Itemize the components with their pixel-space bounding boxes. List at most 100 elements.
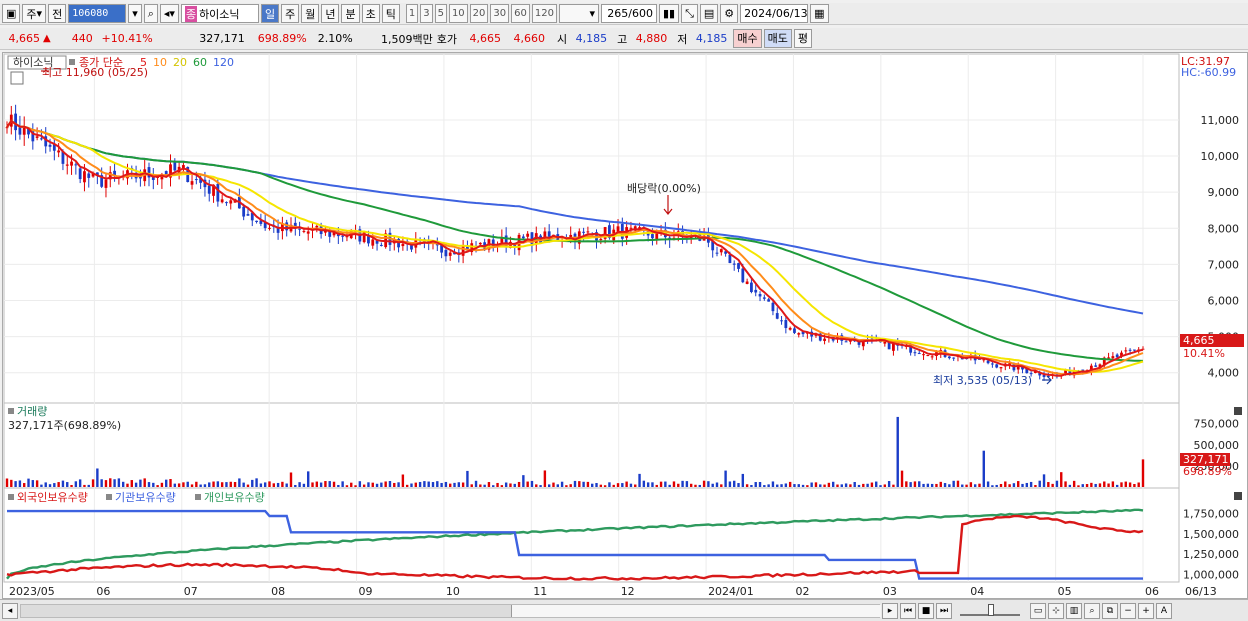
volume-bar — [522, 475, 525, 487]
holdings-tick-label: 1,500,000 — [1183, 528, 1239, 541]
bottom-scrollbar[interactable]: ◂ ▸ ⏮ ■ ⏭ ▭ ⊹ ▥ ⌕ ⧉ − + A — [0, 599, 1248, 621]
period-day-button[interactable]: 일 — [260, 4, 280, 23]
settings-gear-icon[interactable]: ⚙ — [720, 4, 739, 23]
volume-speaker-icon[interactable]: ◂▾ — [159, 4, 179, 23]
minute-3-button[interactable]: 3 — [420, 4, 433, 23]
volume-bar — [1124, 481, 1127, 487]
price-tick-label: 9,000 — [1208, 186, 1240, 199]
scroll-first-icon[interactable]: ⏮ — [900, 602, 916, 619]
market-select[interactable]: 주 ▾ — [22, 4, 47, 23]
volume-bar — [393, 482, 396, 487]
copy-icon[interactable]: ⧉ — [1102, 602, 1118, 619]
chart-type-icon[interactable]: ▭ — [1030, 602, 1046, 619]
zoom-in-icon[interactable]: ⌕ — [1084, 602, 1100, 619]
volume-bar — [780, 484, 783, 487]
period-week-button[interactable]: 주 — [281, 4, 300, 23]
candle-body — [401, 243, 405, 247]
volume-bar — [74, 481, 78, 487]
volume-bar — [1029, 481, 1033, 487]
quote-bar: 4,665 ▲ 440 +10.41% 327,171 698.89% 2.10… — [0, 28, 1248, 50]
volume-bar — [487, 482, 491, 487]
buy-button[interactable]: 매수 — [733, 29, 762, 48]
minute-120-button[interactable]: 120 — [531, 4, 557, 23]
volume-bar — [294, 484, 297, 487]
low-price: 4,185 — [695, 32, 728, 45]
volume-bar — [776, 484, 779, 487]
scroll-thumb[interactable] — [511, 604, 881, 617]
minute-5-button[interactable]: 5 — [434, 4, 447, 23]
volume-panel-close-icon[interactable] — [1234, 407, 1242, 415]
chart-menu-icon[interactable]: ▣ — [2, 4, 21, 23]
price-tick-label: 8,000 — [1208, 222, 1240, 235]
volume-bar — [195, 481, 198, 487]
count-field[interactable]: 265/600 — [600, 4, 657, 23]
stock-chart-svg[interactable]: 11,00010,0009,0008,0007,0006,0005,0004,0… — [3, 53, 1247, 598]
volume-bar — [259, 483, 263, 487]
stock-name-field: 종 하이소닉 — [180, 4, 259, 23]
volume-bar — [1081, 484, 1084, 487]
candle-body — [35, 136, 39, 138]
period-icon[interactable]: ▥ — [1066, 602, 1082, 619]
last-pct-tag: 10.41% — [1183, 347, 1225, 360]
draw-tool-icon[interactable]: ⤡ — [681, 4, 698, 23]
chart-area[interactable]: 11,00010,0009,0008,0007,0006,0005,0004,0… — [2, 52, 1248, 599]
minus-icon[interactable]: − — [1120, 602, 1136, 619]
sell-button[interactable]: 매도 — [763, 29, 792, 48]
date-input[interactable]: 2024/06/13 — [740, 4, 809, 23]
volume-bar — [556, 484, 559, 487]
volume-bar — [831, 481, 835, 487]
holdings-panel-close-icon[interactable] — [1234, 492, 1242, 500]
foreign-legend: 외국인보유수량 — [17, 491, 88, 504]
volume-bar — [642, 480, 646, 487]
scroll-left-arrow-icon[interactable]: ◂ — [2, 602, 18, 619]
text-icon[interactable]: A — [1156, 602, 1172, 619]
prev-select[interactable]: 전 — [48, 4, 67, 23]
volume-bar — [1021, 483, 1024, 487]
candle-body — [246, 214, 250, 216]
volume-bar — [788, 481, 792, 487]
candle-body — [1128, 349, 1132, 351]
scroll-last-icon[interactable]: ⏭ — [936, 602, 952, 619]
period-tick-button[interactable]: 틱 — [381, 4, 400, 23]
volume-bar — [905, 481, 908, 487]
code-dropdown-icon[interactable]: ▾ — [128, 4, 142, 23]
scroll-right-arrow-icon[interactable]: ▸ — [882, 602, 898, 619]
indicator-icon[interactable]: ▮▮ — [658, 4, 680, 23]
scroll-track[interactable] — [20, 603, 881, 618]
period-month-button[interactable]: 월 — [301, 4, 320, 23]
hc-label: HC:-60.99 — [1181, 66, 1236, 79]
plus-icon[interactable]: + — [1138, 602, 1154, 619]
eval-button[interactable]: 평 — [793, 29, 812, 48]
volume-bar — [1060, 472, 1063, 487]
volume-bar — [1107, 483, 1110, 487]
period-year-button[interactable]: 년 — [321, 4, 340, 23]
volume-bar — [625, 481, 628, 487]
crosshair-icon[interactable]: ⊹ — [1048, 602, 1064, 619]
minute-10-button[interactable]: 10 — [448, 4, 468, 23]
ma20-legend: 20 — [173, 56, 187, 69]
volume-bar — [208, 482, 211, 487]
volume-bar — [513, 483, 516, 487]
zoom-slider[interactable] — [960, 603, 1020, 616]
candle-body — [298, 228, 302, 230]
volume-bar — [44, 482, 47, 487]
price-change: 440 — [71, 32, 93, 45]
minute-30-button[interactable]: 30 — [490, 4, 510, 23]
volume-bar — [1051, 483, 1054, 487]
period-second-button[interactable]: 초 — [361, 4, 380, 23]
calendar-icon[interactable]: ▦ — [810, 4, 829, 23]
minute-20-button[interactable]: 20 — [469, 4, 489, 23]
table-toggle-icon[interactable] — [10, 71, 24, 85]
custom-period-dropdown[interactable]: ▾ — [558, 4, 599, 23]
volume-bar — [246, 484, 250, 487]
main-toolbar: ▣ 주 ▾ 전 106080 ▾ ⌕ ◂▾ 종 하이소닉 일 주 월 년 분 초 틱… — [0, 3, 1248, 25]
volume-bar — [165, 479, 168, 487]
zoom-slider-thumb[interactable] — [988, 603, 994, 616]
save-icon[interactable]: ▤ — [699, 4, 719, 23]
period-minute-button[interactable]: 분 — [341, 4, 360, 23]
search-icon[interactable]: ⌕ — [143, 4, 158, 23]
minute-60-button[interactable]: 60 — [511, 4, 530, 23]
minute-1-button[interactable]: 1 — [405, 4, 419, 23]
stock-code-input[interactable]: 106080 — [68, 4, 127, 23]
scroll-stop-icon[interactable]: ■ — [918, 602, 934, 619]
